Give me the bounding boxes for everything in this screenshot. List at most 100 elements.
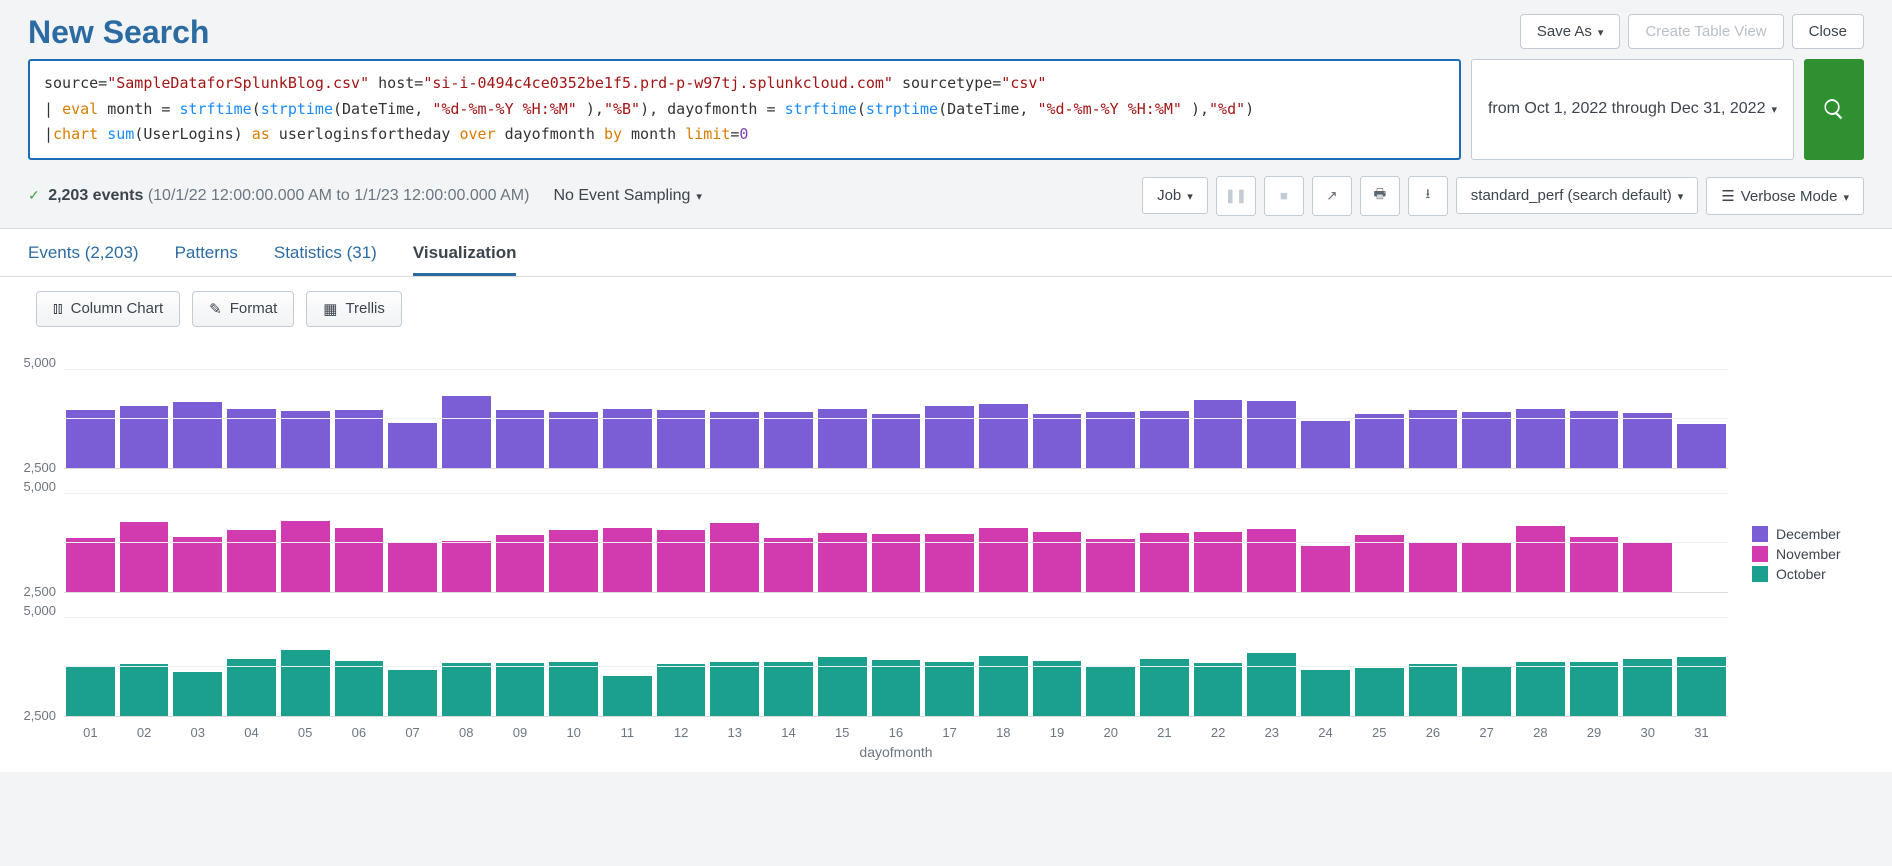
bar[interactable] xyxy=(66,538,115,591)
search-input[interactable]: source="SampleDataforSplunkBlog.csv" hos… xyxy=(28,59,1461,160)
bar[interactable] xyxy=(1140,533,1189,591)
bar[interactable] xyxy=(1301,670,1350,716)
bar[interactable] xyxy=(925,662,974,715)
bar[interactable] xyxy=(603,528,652,591)
bar[interactable] xyxy=(1516,409,1565,467)
bar[interactable] xyxy=(335,661,384,715)
bar[interactable] xyxy=(173,672,222,716)
bar[interactable] xyxy=(1247,653,1296,715)
search-button[interactable] xyxy=(1804,59,1864,160)
bar[interactable] xyxy=(710,662,759,715)
bar[interactable] xyxy=(657,410,706,467)
bar[interactable] xyxy=(549,530,598,591)
bar[interactable] xyxy=(496,410,545,467)
bar[interactable] xyxy=(1409,542,1458,592)
bar[interactable] xyxy=(925,406,974,467)
bar[interactable] xyxy=(1623,413,1672,467)
bar[interactable] xyxy=(979,528,1028,591)
tab-events[interactable]: Events (2,203) xyxy=(28,243,139,276)
bar[interactable] xyxy=(335,528,384,591)
bar[interactable] xyxy=(925,534,974,591)
bar[interactable] xyxy=(120,664,169,715)
bar[interactable] xyxy=(388,542,437,592)
bar[interactable] xyxy=(66,666,115,716)
bar[interactable] xyxy=(281,411,330,467)
bar[interactable] xyxy=(173,537,222,591)
chart[interactable]: 5,0002,5005,0002,5005,0002,5000102030405… xyxy=(8,349,1728,760)
bar[interactable] xyxy=(227,659,276,715)
bar[interactable] xyxy=(1301,421,1350,468)
bar[interactable] xyxy=(1140,659,1189,715)
bar[interactable] xyxy=(1086,666,1135,716)
bar[interactable] xyxy=(1570,537,1619,591)
event-sampling-dropdown[interactable]: No Event Sampling xyxy=(553,187,702,205)
bar[interactable] xyxy=(818,657,867,715)
bar[interactable] xyxy=(1623,542,1672,592)
bar[interactable] xyxy=(442,541,491,591)
bar[interactable] xyxy=(1247,529,1296,591)
bar[interactable] xyxy=(603,409,652,467)
bar[interactable] xyxy=(818,533,867,591)
close-button[interactable]: Close xyxy=(1792,14,1864,49)
bar[interactable] xyxy=(442,396,491,467)
bar[interactable] xyxy=(1140,411,1189,467)
bar[interactable] xyxy=(66,410,115,467)
bar[interactable] xyxy=(1570,662,1619,715)
bar[interactable] xyxy=(657,530,706,591)
bar[interactable] xyxy=(1355,668,1404,716)
job-menu[interactable]: Job xyxy=(1142,177,1208,214)
bar[interactable] xyxy=(979,656,1028,715)
bar[interactable] xyxy=(1033,532,1082,591)
legend-item-october[interactable]: October xyxy=(1752,566,1868,582)
bar[interactable] xyxy=(1355,414,1404,467)
bar[interactable] xyxy=(1677,424,1726,468)
bar[interactable] xyxy=(710,412,759,467)
bar[interactable] xyxy=(1033,661,1082,715)
save-as-button[interactable]: Save As xyxy=(1520,14,1621,49)
workload-dropdown[interactable]: standard_perf (search default) xyxy=(1456,177,1698,214)
bar[interactable] xyxy=(979,404,1028,467)
share-button[interactable]: ↗ xyxy=(1312,176,1352,216)
bar[interactable] xyxy=(227,530,276,591)
bar[interactable] xyxy=(1516,526,1565,591)
bar[interactable] xyxy=(1570,411,1619,467)
bar[interactable] xyxy=(1086,412,1135,467)
search-mode-dropdown[interactable]: ☰Verbose Mode xyxy=(1706,177,1864,215)
bar[interactable] xyxy=(388,670,437,716)
bar[interactable] xyxy=(388,423,437,468)
tab-visualization[interactable]: Visualization xyxy=(413,243,517,276)
bar[interactable] xyxy=(1194,400,1243,467)
tab-patterns[interactable]: Patterns xyxy=(175,243,238,276)
legend-item-november[interactable]: November xyxy=(1752,546,1868,562)
bar[interactable] xyxy=(442,663,491,715)
bar[interactable] xyxy=(120,522,169,591)
bar[interactable] xyxy=(872,414,921,467)
chart-type-button[interactable]: ⫾⫾Column Chart xyxy=(36,291,180,327)
bar[interactable] xyxy=(496,535,545,591)
bar[interactable] xyxy=(764,662,813,715)
bar[interactable] xyxy=(120,406,169,467)
bar[interactable] xyxy=(1462,666,1511,716)
bar[interactable] xyxy=(496,663,545,715)
time-range-picker[interactable]: from Oct 1, 2022 through Dec 31, 2022 xyxy=(1471,59,1794,160)
bar[interactable] xyxy=(1247,401,1296,467)
bar[interactable] xyxy=(1409,410,1458,467)
bar[interactable] xyxy=(657,664,706,715)
bar[interactable] xyxy=(1355,535,1404,591)
bar[interactable] xyxy=(603,676,652,716)
tab-statistics[interactable]: Statistics (31) xyxy=(274,243,377,276)
bar[interactable] xyxy=(1462,412,1511,467)
trellis-button[interactable]: ▦Trellis xyxy=(306,291,402,327)
format-button[interactable]: ✎Format xyxy=(192,291,294,327)
bar[interactable] xyxy=(1194,663,1243,715)
print-button[interactable]: 🖶 xyxy=(1360,176,1400,216)
bar[interactable] xyxy=(1516,662,1565,715)
bar[interactable] xyxy=(764,412,813,467)
export-button[interactable]: ⭳ xyxy=(1408,176,1448,216)
bar[interactable] xyxy=(227,409,276,467)
bar[interactable] xyxy=(1194,532,1243,591)
bar[interactable] xyxy=(1409,664,1458,715)
bar[interactable] xyxy=(710,523,759,591)
bar[interactable] xyxy=(1301,546,1350,592)
bar[interactable] xyxy=(1677,657,1726,715)
